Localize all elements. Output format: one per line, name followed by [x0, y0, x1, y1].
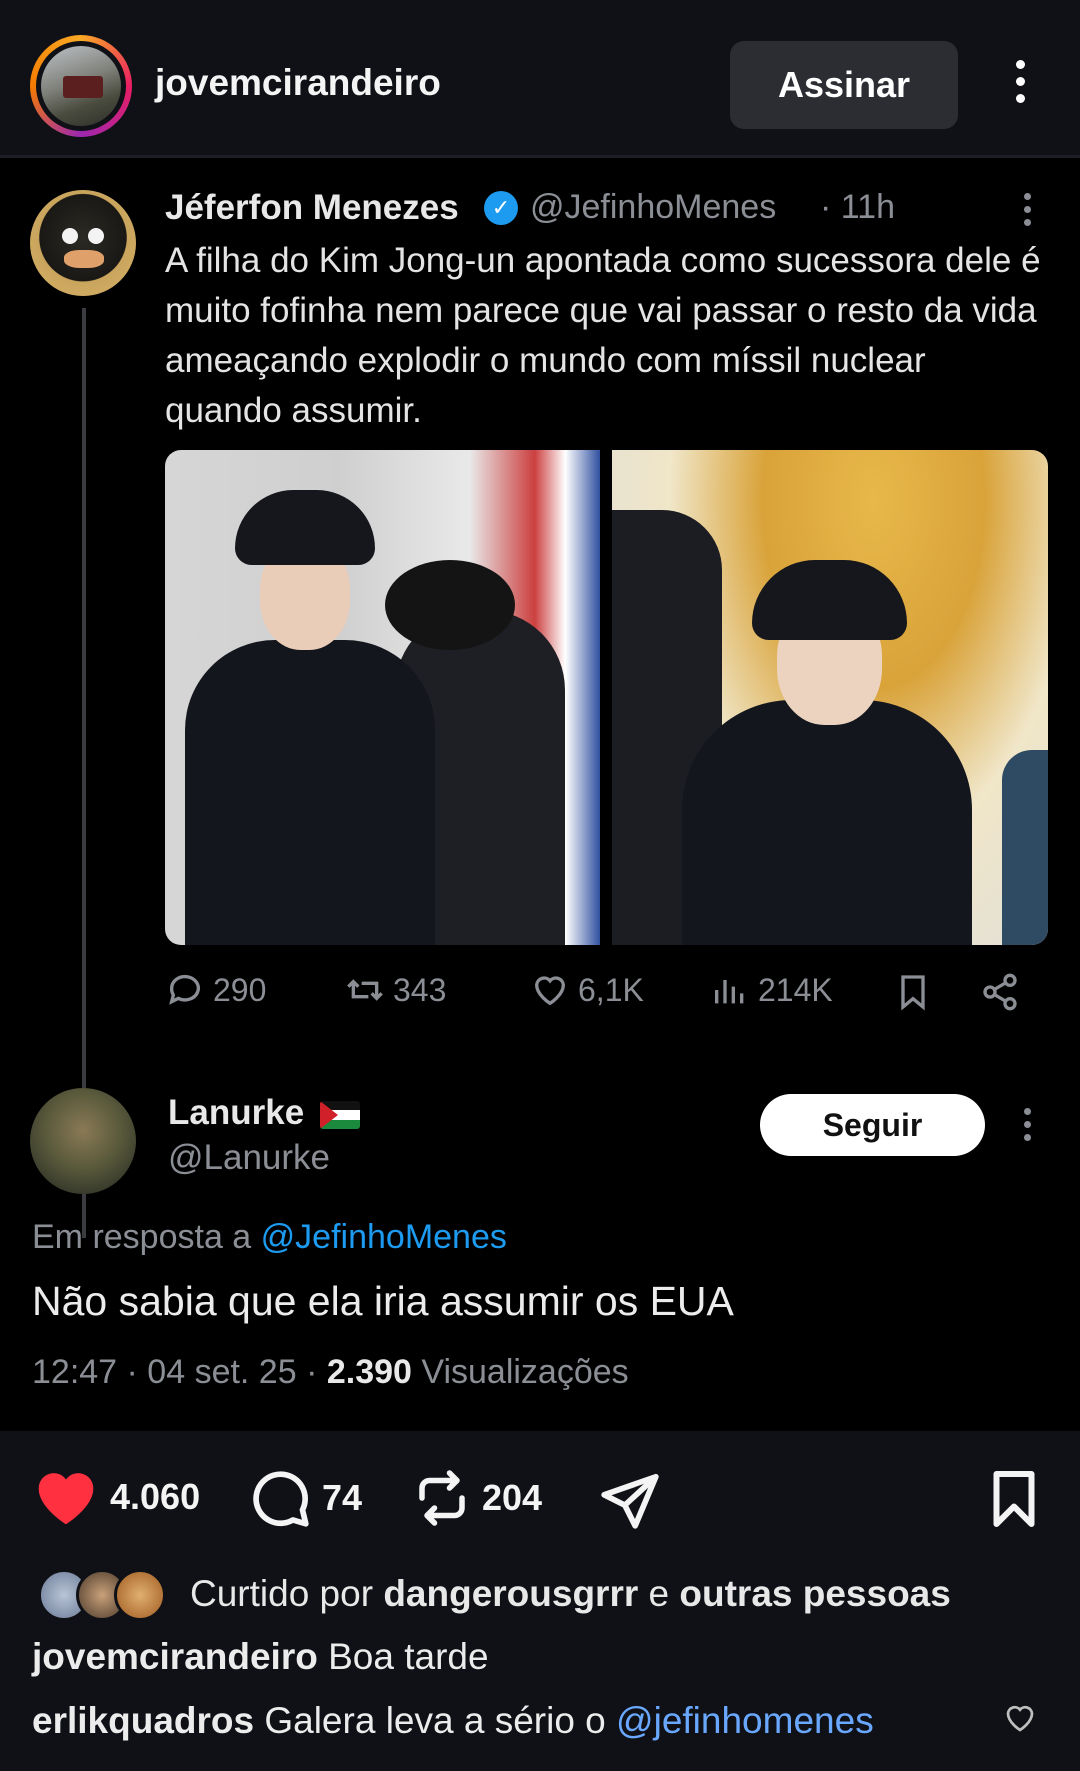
liked-by-avatars	[38, 1569, 168, 1621]
like-button[interactable]: 4.060	[32, 1467, 200, 1527]
reply-icon	[169, 974, 200, 1005]
caption-username[interactable]: jovemcirandeiro	[32, 1636, 318, 1677]
bookmark-icon	[901, 975, 925, 1011]
tweet-views-count: 214K	[758, 971, 833, 1008]
comment-mention[interactable]: @jefinhomenes	[616, 1700, 874, 1741]
tweet-retweets-count: 343	[393, 971, 447, 1008]
comment-item: erlikquadros Galera leva a sério o @jefi…	[32, 1700, 874, 1742]
subscribe-button[interactable]: Assinar	[730, 41, 958, 129]
comment-text: Galera leva a sério o	[254, 1700, 617, 1741]
liked-by-text: Curtido por dangerousgrrr e outras pesso…	[190, 1573, 951, 1614]
reply-meta: 12:47 · 04 set. 25 · 2.390 Visualizações	[32, 1353, 629, 1391]
tweet-photo-left	[165, 450, 600, 945]
avatar-image	[41, 46, 121, 126]
heart-outline-icon	[534, 976, 566, 1006]
reposts-count: 204	[482, 1477, 543, 1518]
in-reply-to: Em resposta a @JefinhoMenes	[32, 1218, 507, 1256]
tweet-photo-right	[612, 450, 1048, 945]
reply-text: Não sabia que ela iria assumir os EUA	[32, 1278, 734, 1324]
reply-author-avatar	[30, 1088, 136, 1194]
tweet-time: · 11h	[820, 188, 895, 226]
reply-views-count: 2.390	[326, 1353, 412, 1391]
tweet-author-name: Jéferfon Menezes	[165, 188, 459, 227]
tweet-author-avatar	[30, 190, 136, 296]
tweet-replies-count: 290	[213, 971, 267, 1008]
comment-username[interactable]: erlikquadros	[32, 1700, 254, 1741]
tweet-text: A filha do Kim Jong-un apontada como suc…	[165, 241, 1041, 430]
reply-more-icon	[1020, 1108, 1034, 1148]
liked-by[interactable]: Curtido por dangerousgrrr e outras pesso…	[0, 1561, 1080, 1636]
palestine-flag-icon	[320, 1101, 360, 1129]
post-caption: jovemcirandeiro Boa tarde	[32, 1636, 489, 1678]
tweet-likes: 6,1K	[530, 970, 644, 1010]
reply-author-handle: @Lanurke	[168, 1138, 331, 1177]
tweet-likes-count: 6,1K	[578, 971, 644, 1008]
verified-badge-icon: ✓	[484, 191, 518, 225]
repost-button[interactable]: 204	[412, 1467, 542, 1529]
in-reply-mention: @JefinhoMenes	[260, 1218, 507, 1256]
post-actions-bar: 4.060 74 204	[0, 1431, 1080, 1561]
profile-avatar[interactable]	[30, 35, 132, 137]
liked-by-others[interactable]: outras pessoas	[679, 1573, 950, 1614]
tweet-author-handle: @JefinhoMenes	[530, 188, 777, 226]
share-icon	[983, 973, 1017, 1011]
comment-button[interactable]: 74	[248, 1467, 362, 1529]
heart-filled-icon	[38, 1473, 94, 1525]
header-username[interactable]: jovemcirandeiro	[155, 62, 441, 104]
tweet-retweets: 343	[345, 970, 446, 1010]
more-options-icon[interactable]	[1005, 60, 1035, 110]
follow-button: Seguir	[760, 1094, 985, 1156]
tweet-replies: 290	[165, 970, 266, 1010]
retweet-icon	[347, 979, 383, 1001]
views-chart-icon	[715, 980, 744, 1004]
likes-count: 4.060	[110, 1476, 201, 1517]
share-send-icon[interactable]	[596, 1469, 664, 1531]
save-bookmark-icon[interactable]	[984, 1467, 1044, 1531]
tweet-actions: 290 343 6,1K 214K	[165, 970, 1035, 1020]
avatar	[114, 1569, 166, 1621]
post-image[interactable]: Jéferfon Menezes ✓ @JefinhoMenes · 11h A…	[0, 158, 1080, 1431]
tweet-more-icon	[1020, 193, 1034, 233]
tweet-views: 214K	[710, 970, 833, 1010]
reply-author-name: Lanurke	[168, 1093, 305, 1132]
comment-heart-icon[interactable]	[1002, 1700, 1038, 1736]
comments-count: 74	[322, 1477, 363, 1518]
caption-text: Boa tarde	[317, 1636, 489, 1677]
comment-icon	[253, 1471, 309, 1527]
liked-by-user[interactable]: dangerousgrrr	[383, 1573, 638, 1614]
post-header: jovemcirandeiro Assinar	[0, 0, 1080, 155]
repost-icon	[419, 1470, 465, 1526]
